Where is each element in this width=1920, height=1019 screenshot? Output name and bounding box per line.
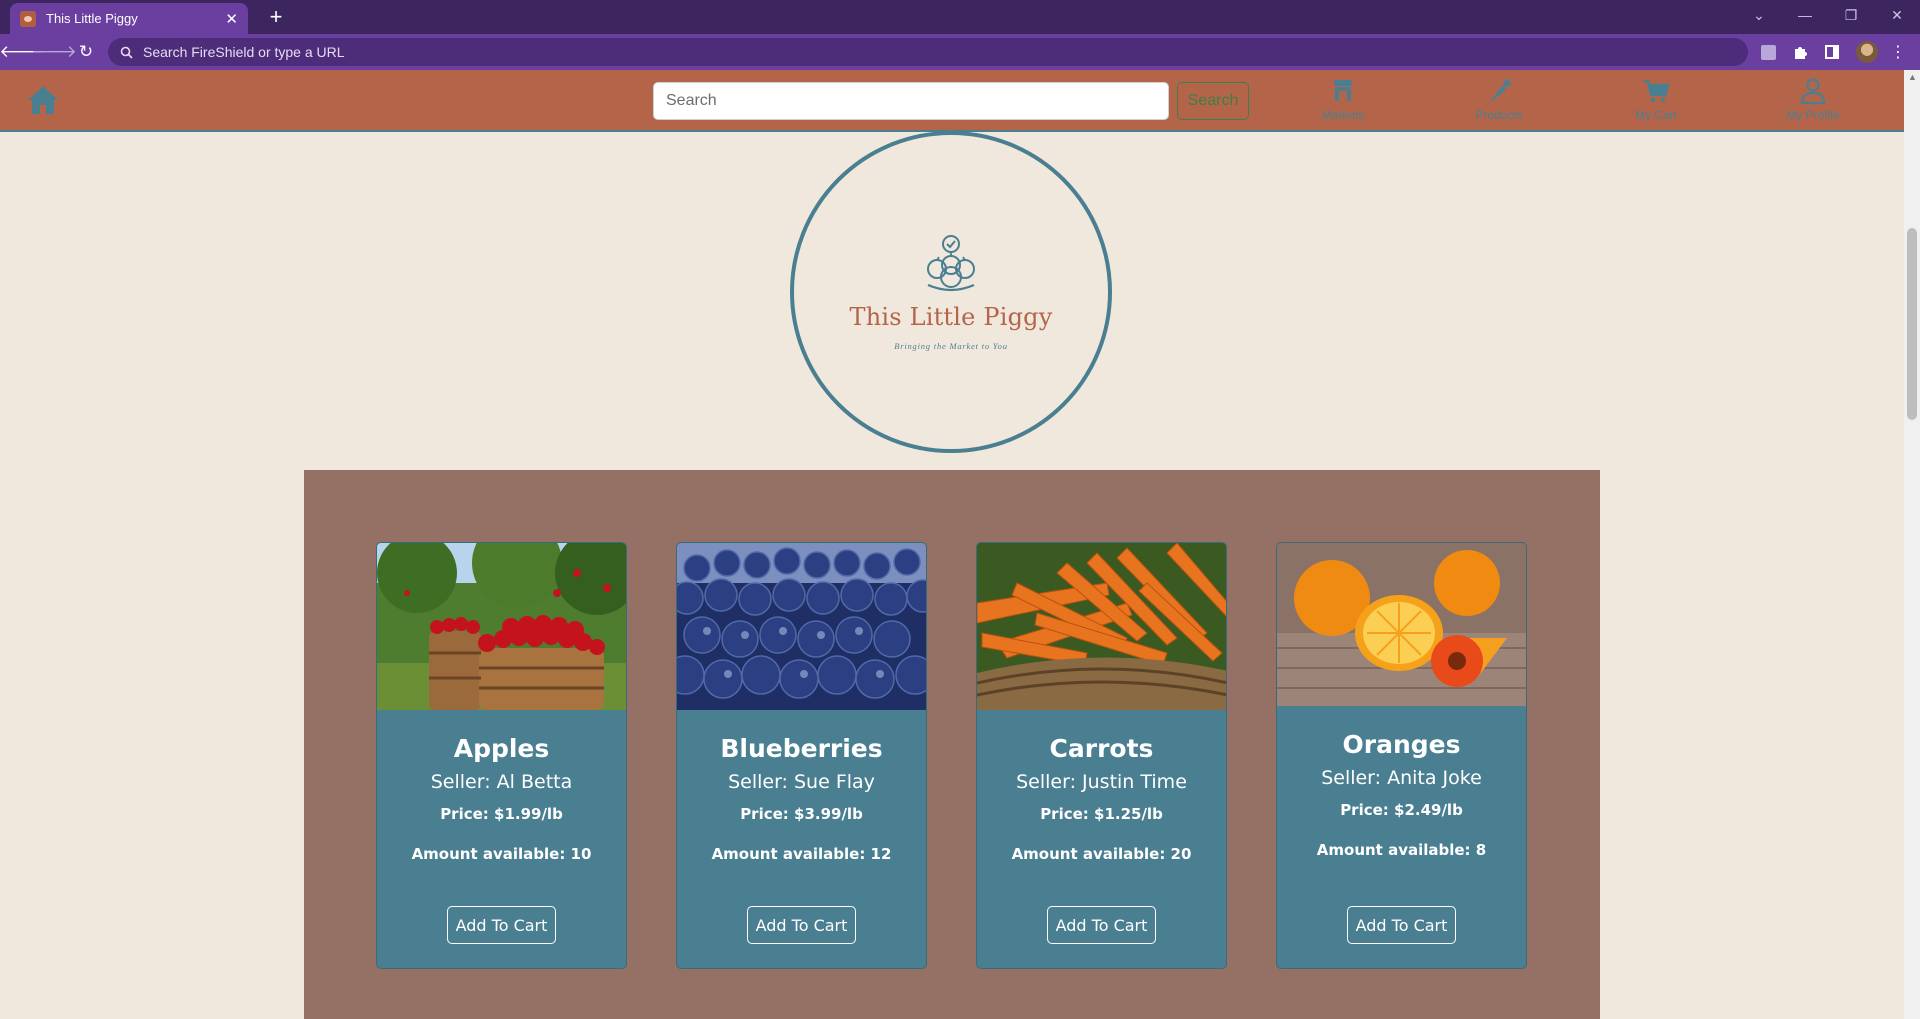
nav-profile[interactable]: My Profile [1753, 76, 1873, 128]
minimize-icon[interactable]: — [1782, 0, 1828, 30]
add-to-cart-button[interactable]: Add To Cart [447, 906, 556, 944]
reload-icon[interactable]: ↻ [72, 38, 100, 66]
profile-icon [1800, 78, 1826, 105]
product-amount: Amount available: 12 [711, 845, 892, 863]
product-price: Price: $2.49/lb [1340, 801, 1463, 819]
extensions-puzzle-icon[interactable] [1790, 42, 1810, 62]
restore-icon[interactable]: ❐ [1828, 0, 1874, 30]
site-header: Search Markets Products My Cart My Profi… [0, 70, 1904, 132]
products-section: Apples Seller: Al Betta Price: $1.99/lb … [304, 470, 1600, 1019]
product-amount: Amount available: 10 [411, 845, 592, 863]
product-card-blueberries: Blueberries Seller: Sue Flay Price: $3.9… [676, 542, 927, 969]
product-card-carrots: Carrots Seller: Justin Time Price: $1.25… [976, 542, 1227, 969]
cart-icon [1644, 79, 1670, 103]
logo-title: This Little Piggy [849, 303, 1053, 331]
nav-cart[interactable]: My Cart [1596, 76, 1716, 128]
carrot-icon [1489, 78, 1512, 103]
product-card-apples: Apples Seller: Al Betta Price: $1.99/lb … [376, 542, 627, 969]
product-name: Oranges [1342, 730, 1461, 759]
product-seller: Seller: Anita Joke [1321, 767, 1482, 789]
blueberries-image [677, 543, 926, 710]
product-seller: Seller: Sue Flay [728, 771, 875, 793]
logo-tagline: Bringing the Market to You [894, 341, 1008, 351]
carrots-image [977, 543, 1226, 710]
apples-image [377, 543, 626, 710]
nav-markets-label: Markets [1321, 108, 1365, 122]
search-input[interactable] [653, 82, 1169, 120]
product-price: Price: $3.99/lb [740, 805, 863, 823]
extension-square-icon[interactable] [1758, 42, 1778, 62]
product-amount: Amount available: 20 [1011, 845, 1192, 863]
product-price: Price: $1.99/lb [440, 805, 563, 823]
product-price: Price: $1.25/lb [1040, 805, 1163, 823]
address-bar-placeholder: Search FireShield or type a URL [143, 44, 345, 60]
product-seller: Seller: Al Betta [430, 771, 573, 793]
page-scrollbar[interactable]: ▲ [1904, 70, 1920, 1019]
nav-profile-label: My Profile [1786, 108, 1840, 122]
home-icon[interactable] [26, 84, 60, 116]
profile-avatar[interactable] [1856, 41, 1878, 63]
nav-products-label: Products [1475, 108, 1523, 122]
product-amount: Amount available: 8 [1316, 841, 1487, 859]
window-close-icon[interactable]: ✕ [1874, 0, 1920, 30]
search-button[interactable]: Search [1177, 82, 1249, 120]
product-seller: Seller: Justin Time [1016, 771, 1187, 793]
tab-search-icon[interactable]: ⌄ [1736, 0, 1782, 30]
side-panel-icon[interactable] [1822, 42, 1842, 62]
product-name: Blueberries [720, 734, 883, 763]
scroll-up-arrow-icon[interactable]: ▲ [1908, 72, 1917, 82]
browser-tab[interactable]: This Little Piggy ✕ [10, 3, 248, 34]
nav-products[interactable]: Products [1439, 76, 1559, 128]
new-tab-button[interactable]: + [262, 3, 290, 31]
browser-menu-icon[interactable]: ⋮ [1888, 42, 1908, 62]
add-to-cart-button[interactable]: Add To Cart [1347, 906, 1456, 944]
fruit-basket-logo-icon [927, 235, 975, 292]
nav-cart-label: My Cart [1635, 108, 1677, 122]
product-name: Apples [453, 734, 550, 763]
product-name: Carrots [1049, 734, 1154, 763]
tab-title: This Little Piggy [46, 11, 138, 26]
forward-arrow-icon[interactable]: 🡒 [31, 38, 77, 66]
add-to-cart-button[interactable]: Add To Cart [1047, 906, 1156, 944]
piggy-favicon-icon [20, 10, 36, 27]
browser-toolbar: 🡐 🡒 ↻ Search FireShield or type a URL ⋮ [0, 34, 1920, 70]
oranges-image [1277, 543, 1526, 706]
search-icon [120, 46, 133, 59]
browser-tab-strip: This Little Piggy ✕ + ⌄ — ❐ ✕ [0, 0, 1920, 34]
site-logo: This Little Piggy Bringing the Market to… [790, 131, 1112, 453]
product-card-oranges: Oranges Seller: Anita Joke Price: $2.49/… [1276, 542, 1527, 969]
market-icon [1334, 80, 1352, 101]
close-tab-icon[interactable]: ✕ [225, 10, 238, 28]
address-bar[interactable]: Search FireShield or type a URL [108, 38, 1748, 66]
scrollbar-thumb[interactable] [1907, 228, 1917, 420]
add-to-cart-button[interactable]: Add To Cart [747, 906, 856, 944]
nav-markets[interactable]: Markets [1283, 76, 1403, 128]
